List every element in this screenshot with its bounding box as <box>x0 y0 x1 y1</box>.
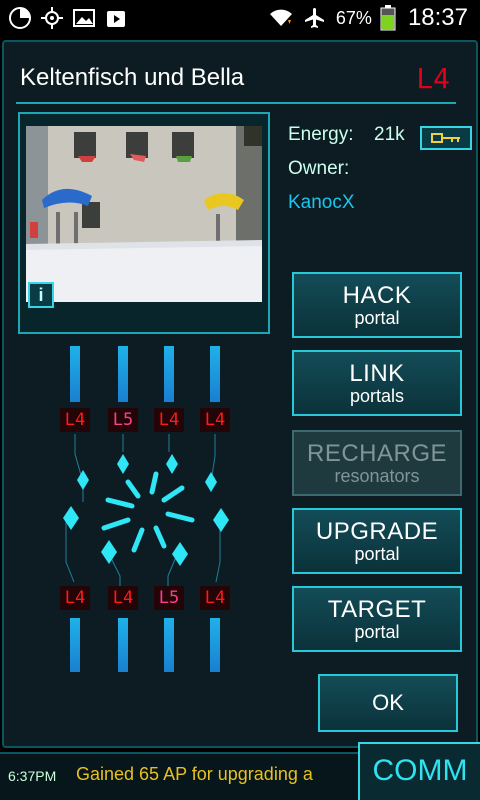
recharge-label: RECHARGE <box>306 440 448 467</box>
wifi-icon <box>269 9 292 26</box>
resonator-energy-bar <box>210 346 220 402</box>
resonator-energy-bar <box>210 618 220 672</box>
image-icon <box>73 9 95 27</box>
resonator-link-graphic <box>63 434 229 588</box>
comm-timestamp: 6:37PM <box>8 768 57 784</box>
resonator-diamond <box>213 508 229 532</box>
resonator-energy-bar <box>164 618 174 672</box>
portal-image-frame: i <box>18 112 270 334</box>
resonator-level: L4 <box>108 586 138 610</box>
resonator-diamond <box>117 454 129 474</box>
resonator-diamond <box>166 454 178 474</box>
ok-button[interactable]: OK <box>318 674 458 732</box>
resonator-level: L4 <box>154 408 184 432</box>
recharge-resonators-button[interactable]: RECHARGE resonators <box>292 430 462 496</box>
resonator-level: L4 <box>60 586 90 610</box>
resonator-diamond <box>205 472 217 492</box>
hack-portal-button[interactable]: HACK portal <box>292 272 462 338</box>
upgrade-label: UPGRADE <box>315 518 439 545</box>
battery-percent: 67% <box>335 7 372 28</box>
comm-message: Gained 65 AP for upgrading a <box>76 764 313 784</box>
target-sublabel: portal <box>354 622 400 642</box>
upgrade-portal-button[interactable]: UPGRADE portal <box>292 508 462 574</box>
portal-level: L4 <box>416 62 450 95</box>
link-sublabel: portals <box>349 386 405 406</box>
comm-button[interactable]: COMM <box>358 742 480 800</box>
portal-photo[interactable] <box>26 126 262 302</box>
resonator-level: L4 <box>200 586 230 610</box>
energy-label: Energy: <box>288 124 354 145</box>
status-right-group: 67% 18:37 <box>268 0 468 36</box>
recharge-sublabel: resonators <box>334 466 420 486</box>
status-bar: 67% 18:37 <box>0 0 480 36</box>
target-portal-button[interactable]: TARGET portal <box>292 586 462 652</box>
resonator-diamond <box>77 470 89 490</box>
hack-label: HACK <box>342 282 412 309</box>
key-icon <box>431 133 460 143</box>
target-label: TARGET <box>327 596 427 623</box>
upgrade-sublabel: portal <box>354 544 400 564</box>
resonator-diamond <box>101 540 117 564</box>
play-store-icon <box>107 11 125 27</box>
title-divider <box>16 102 456 104</box>
resonator-level: L4 <box>60 408 90 432</box>
portal-title: Keltenfisch und Bella <box>20 64 245 91</box>
portal-photo-image <box>26 126 262 302</box>
owner-label: Owner: <box>288 158 350 179</box>
resonator-level: L4 <box>200 408 230 432</box>
clock: 18:37 <box>407 4 468 31</box>
portal-key-button[interactable] <box>420 126 472 150</box>
resonator-level: L5 <box>108 408 138 432</box>
portal-core-burst <box>101 471 195 553</box>
link-label: LINK <box>349 360 405 387</box>
gps-icon <box>41 7 63 29</box>
resonator-energy-bar <box>70 618 80 672</box>
resonator-diamond <box>172 542 188 566</box>
resonator-energy-bar <box>118 618 128 672</box>
energy-value: 21k <box>374 124 405 145</box>
owner-name[interactable]: KanocX <box>288 192 355 214</box>
resonator-energy-bar <box>164 346 174 402</box>
portal-info-button[interactable]: i <box>28 282 54 308</box>
resonator-level: L5 <box>154 586 184 610</box>
resonator-energy-bar <box>118 346 128 402</box>
link-portals-button[interactable]: LINK portals <box>292 350 462 416</box>
airplane-mode-icon <box>304 8 324 28</box>
portal-panel: Keltenfisch und Bella L4 i Energy: 21k O… <box>2 40 478 748</box>
pie-chart-icon <box>9 7 31 29</box>
resonator-energy-bar <box>70 346 80 402</box>
hack-sublabel: portal <box>354 308 400 328</box>
resonator-diamond <box>63 506 79 530</box>
battery-icon <box>380 5 396 31</box>
